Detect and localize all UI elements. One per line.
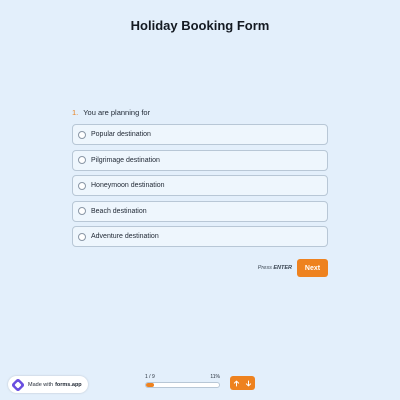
question-navigation	[230, 376, 255, 390]
progress-indicator: 1 / 9 11%	[145, 374, 220, 388]
arrow-up-icon[interactable]	[230, 376, 243, 390]
hint-prefix: Press	[257, 265, 272, 271]
question-block: 1. You are planning for Popular destinat…	[72, 108, 328, 252]
radio-icon[interactable]	[78, 181, 86, 190]
radio-icon[interactable]	[78, 232, 86, 241]
option-label: Honeymoon destination	[91, 182, 165, 190]
option-honeymoon-destination[interactable]: Honeymoon destination	[72, 175, 328, 197]
badge-brand: forms.app	[55, 381, 82, 388]
progress-track	[145, 382, 220, 388]
progress-fill	[146, 383, 155, 387]
made-with-badge[interactable]: Made with forms.app	[8, 376, 88, 393]
question-text: You are planning for	[83, 108, 151, 117]
progress-percent: 11%	[210, 374, 220, 380]
form-actions: Press ENTER Next	[258, 259, 328, 277]
option-adventure-destination[interactable]: Adventure destination	[72, 226, 328, 248]
progress-count: 1 / 9	[145, 374, 155, 380]
question-label: 1. You are planning for	[72, 108, 328, 118]
option-label: Pilgrimage destination	[91, 156, 160, 164]
hint-key: ENTER	[273, 265, 292, 271]
forms-app-logo-icon	[12, 378, 24, 391]
option-beach-destination[interactable]: Beach destination	[72, 200, 328, 222]
progress-text-row: 1 / 9 11%	[145, 374, 220, 380]
option-label: Popular destination	[91, 131, 151, 138]
form-title: Holiday Booking Form	[130, 18, 270, 33]
option-label: Beach destination	[91, 207, 147, 215]
question-number: 1.	[72, 108, 79, 117]
option-pilgrimage-destination[interactable]: Pilgrimage destination	[72, 149, 328, 171]
enter-hint: Press ENTER	[258, 265, 292, 271]
radio-icon[interactable]	[78, 130, 86, 139]
radio-icon[interactable]	[78, 207, 86, 216]
form-page: Holiday Booking Form 1. You are planning…	[0, 0, 400, 400]
option-label: Adventure destination	[91, 233, 159, 241]
option-popular-destination[interactable]: Popular destination	[72, 124, 328, 145]
arrow-down-icon[interactable]	[243, 376, 256, 390]
radio-icon[interactable]	[78, 156, 86, 165]
next-button[interactable]: Next	[297, 259, 328, 277]
badge-prefix: Made with	[28, 381, 54, 388]
